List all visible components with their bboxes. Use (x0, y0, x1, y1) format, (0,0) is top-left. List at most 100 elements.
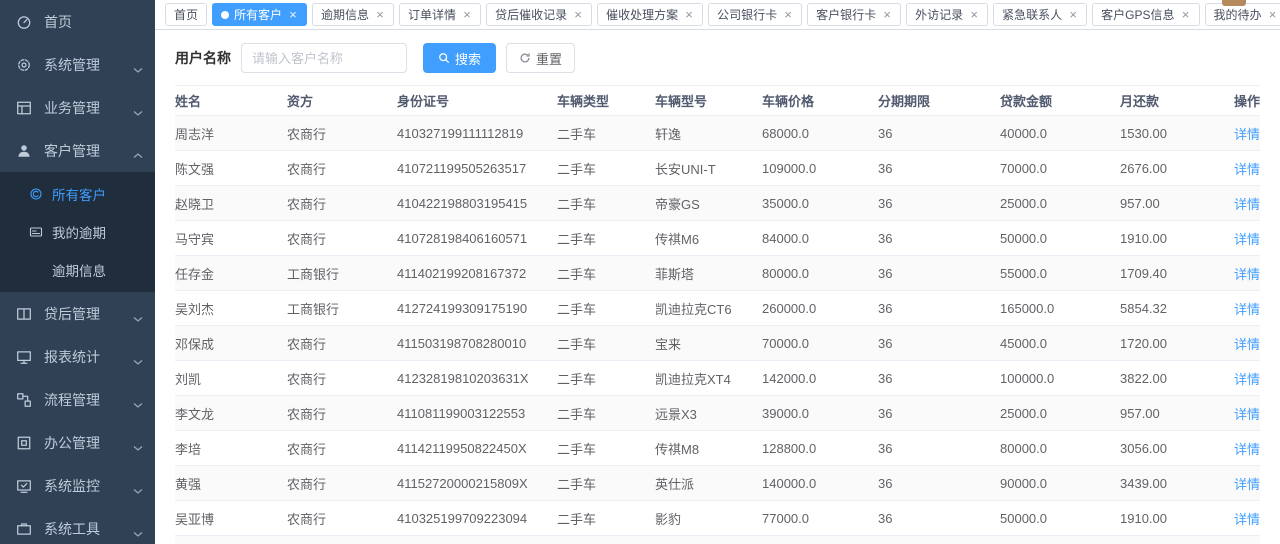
table-cell: 410325199709223094 (397, 501, 557, 536)
close-icon[interactable]: × (1068, 8, 1078, 21)
sidebar-item-all-customers[interactable]: 所有客户 (0, 175, 155, 213)
table-cell-action: 详情 (1214, 501, 1260, 536)
table-cell: 39000.0 (762, 396, 878, 431)
table-cell: 25000.0 (1000, 396, 1120, 431)
sidebar-item-customer-mgmt[interactable]: 客户管理 (0, 129, 155, 172)
table-cell: 周志洋 (175, 116, 287, 151)
close-icon[interactable]: × (783, 8, 793, 21)
table-cell: 80000.0 (762, 256, 878, 291)
table-row: 周志洋农商行410327199111112819二手车轩逸68000.03640… (175, 116, 1260, 151)
sidebar-item-overdue-info[interactable]: 逾期信息 (0, 251, 155, 289)
detail-link[interactable]: 详情 (1234, 477, 1260, 492)
table-cell: 吴亚博 (175, 501, 287, 536)
sidebar-item-label: 系统管理 (44, 55, 133, 75)
table-cell: 41142119950822450X (397, 431, 557, 466)
sidebar-item-postloan-mgmt[interactable]: 贷后管理 (0, 292, 155, 335)
detail-link[interactable]: 详情 (1234, 372, 1260, 387)
tab-label: 催收处理方案 (606, 6, 678, 23)
close-icon[interactable]: × (375, 8, 385, 21)
detail-link[interactable]: 详情 (1234, 267, 1260, 282)
sidebar-item-office-mgmt[interactable]: 办公管理 (0, 421, 155, 464)
table-row: 吴刘杰工商银行412724199309175190二手车凯迪拉克CT626000… (175, 291, 1260, 326)
search-button[interactable]: 搜索 (423, 43, 496, 73)
tab-company-bank-card[interactable]: 公司银行卡× (708, 3, 802, 26)
sidebar-item-label: 流程管理 (44, 390, 133, 410)
tab-collection-plans[interactable]: 催收处理方案 × (597, 3, 703, 26)
table-cell: 菲斯塔 (655, 256, 762, 291)
table-cell: 5854.32 (1120, 291, 1214, 326)
table-cell: 英仕派 (655, 466, 762, 501)
tab-home[interactable]: 首页 (165, 3, 207, 26)
close-icon[interactable]: × (882, 8, 892, 21)
table-cell: 工商银行 (287, 256, 397, 291)
tab-label: 我的待办 (1214, 6, 1262, 23)
detail-link[interactable]: 详情 (1234, 512, 1260, 527)
close-icon[interactable]: × (462, 8, 472, 21)
tab-all-customers[interactable]: 所有客户× (212, 3, 307, 26)
tab-emergency-contacts[interactable]: 紧急联系人× (993, 3, 1087, 26)
reset-button[interactable]: 重置 (506, 43, 575, 73)
table-cell: 凯迪拉克XT4 (655, 361, 762, 396)
detail-link[interactable]: 详情 (1234, 302, 1260, 317)
tab-label: 客户GPS信息 (1101, 6, 1174, 23)
sidebar-item-home[interactable]: 首页 (0, 0, 155, 43)
detail-link[interactable]: 详情 (1234, 442, 1260, 457)
table-cell: 1910.00 (1120, 501, 1214, 536)
close-icon[interactable]: × (684, 8, 694, 21)
table-cell: 1709.40 (1120, 256, 1214, 291)
table-cell: 农商行 (287, 396, 397, 431)
detail-link[interactable]: 详情 (1234, 127, 1260, 142)
detail-link[interactable]: 详情 (1234, 197, 1260, 212)
sidebar-item-my-overdue[interactable]: 我的逾期 (0, 213, 155, 251)
table-cell: 40000.0 (1000, 116, 1120, 151)
close-icon[interactable]: × (1181, 8, 1191, 21)
detail-link[interactable]: 详情 (1234, 337, 1260, 352)
tab-order-detail[interactable]: 订单详情× (399, 3, 481, 26)
table-cell: 41232819810203631X (397, 361, 557, 396)
table-cell: 传祺M6 (655, 221, 762, 256)
tab-visit-records[interactable]: 外访记录× (906, 3, 988, 26)
clients-icon (29, 187, 43, 201)
table-cell-action: 详情 (1214, 116, 1260, 151)
close-icon[interactable]: × (1268, 8, 1278, 21)
tab-customer-gps[interactable]: 客户GPS信息 × (1092, 3, 1199, 26)
tab-overdue-info[interactable]: 逾期信息× (312, 3, 394, 26)
table-cell: 90000.0 (1000, 466, 1120, 501)
sidebar-item-business-mgmt[interactable]: 业务管理 (0, 86, 155, 129)
table-body: 周志洋农商行410327199111112819二手车轩逸68000.03640… (175, 116, 1260, 544)
sidebar-item-system-monitor[interactable]: 系统监控 (0, 464, 155, 507)
table-row: 吴亚博农商行410325199709223094二手车影豹77000.03650… (175, 501, 1260, 536)
tools-icon (16, 521, 32, 537)
sidebar-item-process-mgmt[interactable]: 流程管理 (0, 378, 155, 421)
detail-link[interactable]: 详情 (1234, 162, 1260, 177)
table-cell: 农商行 (287, 326, 397, 361)
sidebar-item-label: 所有客户 (52, 184, 143, 204)
close-icon[interactable]: × (573, 8, 583, 21)
sidebar-item-system-mgmt[interactable]: 系统管理 (0, 43, 155, 86)
table-row: 赵晓卫农商行410422198803195415二手车帝豪GS35000.036… (175, 186, 1260, 221)
table-cell-action: 详情 (1214, 466, 1260, 501)
sidebar-item-system-tools[interactable]: 系统工具 (0, 507, 155, 544)
detail-link[interactable]: 详情 (1234, 407, 1260, 422)
table-cell: 1910.00 (1120, 221, 1214, 256)
chevron-down-icon (133, 61, 143, 69)
table-cell: 二手车 (557, 536, 655, 544)
customer-name-input[interactable] (241, 43, 407, 73)
table-cell: 轩逸 (655, 536, 762, 544)
tab-my-todo[interactable]: 我的待办 × (1205, 3, 1280, 26)
tab-customer-bank-card[interactable]: 客户银行卡× (807, 3, 901, 26)
search-button-label: 搜索 (455, 49, 481, 68)
close-icon[interactable]: × (969, 8, 979, 21)
tab-postloan-collection-records[interactable]: 贷后催收记录× (486, 3, 592, 26)
table-cell: 142000.0 (762, 361, 878, 396)
table-cell: 二手车 (557, 326, 655, 361)
sidebar-item-label: 我的逾期 (52, 222, 143, 242)
table-cell: 412724199309175190 (397, 291, 557, 326)
table-cell: 84000.0 (762, 221, 878, 256)
table-cell: 刘凯 (175, 361, 287, 396)
sidebar-item-report-stats[interactable]: 报表统计 (0, 335, 155, 378)
detail-link[interactable]: 详情 (1234, 232, 1260, 247)
sidebar-item-label: 逾期信息 (52, 260, 143, 280)
table-cell: 二手车 (557, 396, 655, 431)
close-icon[interactable]: × (288, 8, 298, 21)
